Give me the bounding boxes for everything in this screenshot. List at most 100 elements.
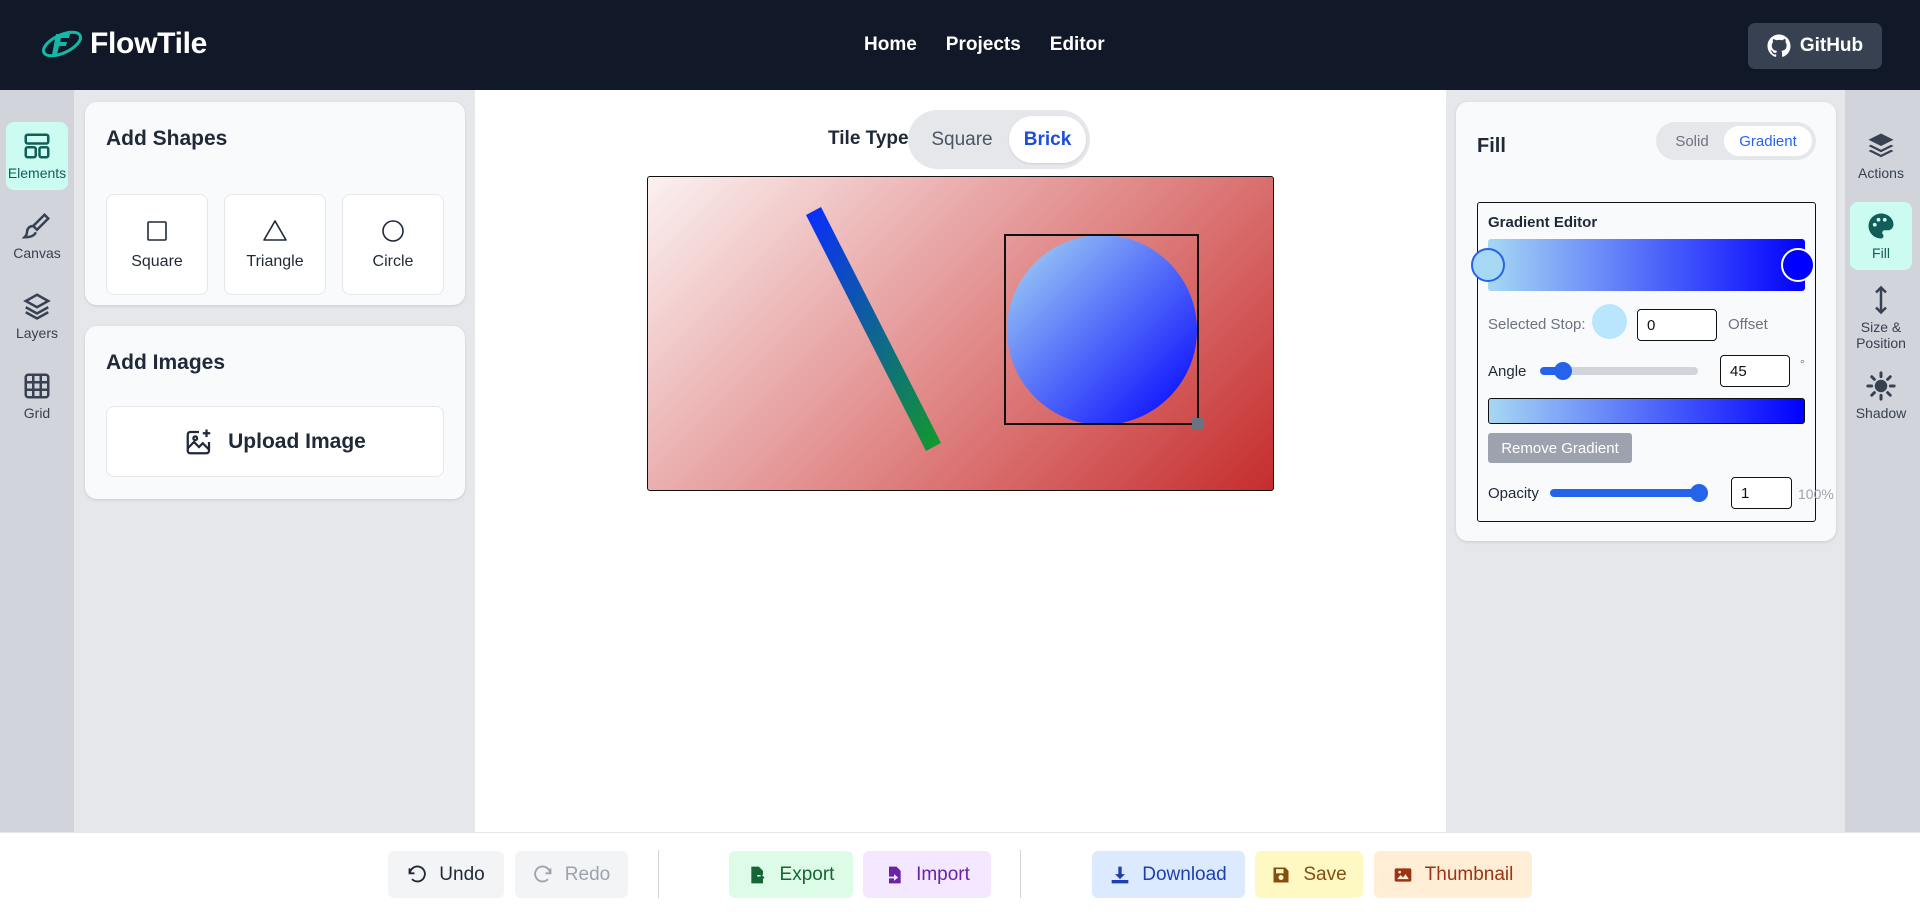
rail-canvas-label: Canvas — [13, 245, 61, 261]
gradient-stops-bar[interactable] — [1488, 239, 1805, 291]
github-button[interactable]: GitHub — [1748, 23, 1882, 69]
rail-actions[interactable]: Actions — [1850, 122, 1912, 190]
gradient-stop-end[interactable] — [1781, 248, 1815, 282]
fill-mode-solid[interactable]: Solid — [1660, 126, 1724, 156]
right-sidebar-rail: Actions Fill Size & Position Shadow — [1845, 90, 1920, 832]
triangle-icon — [263, 219, 287, 241]
rail-actions-label: Actions — [1858, 165, 1904, 181]
file-export-icon — [750, 866, 765, 883]
rail-layers[interactable]: Layers — [6, 282, 68, 350]
save-button[interactable]: Save — [1255, 851, 1363, 898]
opacity-slider[interactable] — [1550, 489, 1708, 497]
add-triangle-label: Triangle — [246, 252, 304, 270]
redo-icon — [533, 865, 552, 882]
brand-logo[interactable]: FlowTile — [40, 26, 207, 62]
rail-canvas[interactable]: Canvas — [6, 202, 68, 270]
rail-shadow-label: Shadow — [1855, 405, 1907, 421]
opacity-percent: 100% — [1798, 486, 1834, 502]
add-circle-label: Circle — [372, 252, 414, 270]
image-icon — [1394, 867, 1411, 882]
opacity-input[interactable]: 1 — [1731, 477, 1792, 509]
selected-stop-swatch[interactable] — [1592, 304, 1627, 339]
thumbnail-label: Thumbnail — [1424, 863, 1514, 885]
brand-name: FlowTile — [90, 27, 208, 60]
rail-shadow[interactable]: Shadow — [1850, 362, 1912, 430]
github-label: GitHub — [1799, 35, 1864, 56]
nav-projects[interactable]: Projects — [946, 34, 1021, 56]
angle-slider-thumb[interactable] — [1554, 362, 1572, 380]
add-images-title: Add Images — [106, 351, 226, 374]
undo-icon — [408, 865, 427, 882]
thumbnail-button[interactable]: Thumbnail — [1374, 851, 1532, 898]
flowtile-logo-icon — [41, 30, 83, 58]
opacity-slider-thumb[interactable] — [1690, 484, 1708, 502]
undo-button[interactable]: Undo — [388, 851, 504, 898]
rail-elements-label: Elements — [7, 165, 67, 181]
add-images-card: Add Images Upload Image — [85, 326, 465, 499]
gradient-editor-title: Gradient Editor — [1488, 214, 1598, 231]
toolbar-divider — [1020, 850, 1021, 898]
tile-type-brick[interactable]: Brick — [1009, 116, 1086, 163]
rail-grid-label: Grid — [23, 405, 51, 421]
redo-label: Redo — [564, 863, 611, 885]
redo-button[interactable]: Redo — [515, 851, 628, 898]
grid-icon — [24, 373, 50, 399]
canvas-shapes — [806, 207, 1203, 451]
download-label: Download — [1142, 863, 1227, 885]
github-icon — [1767, 34, 1791, 57]
floppy-icon — [1273, 867, 1289, 882]
layers-icon — [23, 293, 51, 320]
bottom-toolbar: Undo Redo Export Import Download Save Th… — [0, 832, 1920, 912]
import-button[interactable]: Import — [863, 851, 991, 898]
remove-gradient-button[interactable]: Remove Gradient — [1488, 433, 1632, 463]
top-navbar: FlowTile Home Projects Editor GitHub — [0, 0, 1920, 90]
left-sidebar-rail: Elements Canvas Layers Grid — [0, 90, 74, 832]
upload-image-label: Upload Image — [228, 429, 366, 453]
gradient-stop-start[interactable] — [1471, 248, 1505, 282]
brush-icon — [22, 212, 51, 239]
undo-label: Undo — [439, 863, 485, 885]
tile-type-toggle: Square Brick — [908, 110, 1090, 169]
gradient-preview — [1488, 398, 1805, 424]
add-triangle-button[interactable]: Triangle — [224, 194, 326, 295]
save-label: Save — [1303, 863, 1347, 885]
offset-input[interactable]: 0 — [1637, 309, 1717, 341]
rail-elements[interactable]: Elements — [6, 122, 68, 190]
circle-icon — [382, 219, 404, 242]
layout-icon — [24, 133, 50, 159]
import-label: Import — [916, 863, 970, 885]
properties-panel: Fill Solid Gradient Gradient Editor Sele… — [1446, 90, 1845, 832]
angle-input[interactable]: 45 — [1720, 355, 1790, 387]
sun-icon — [1866, 371, 1896, 401]
canvas-bar-shape[interactable] — [806, 207, 941, 451]
add-square-label: Square — [131, 252, 183, 270]
design-canvas[interactable] — [647, 176, 1274, 491]
rail-layers-label: Layers — [15, 325, 59, 341]
nav-home[interactable]: Home — [864, 34, 917, 56]
resize-handle[interactable] — [1192, 418, 1203, 429]
add-square-button[interactable]: Square — [106, 194, 208, 295]
tile-type-square[interactable]: Square — [914, 116, 1010, 163]
toolbar-divider — [658, 850, 659, 898]
fill-mode-toggle: Solid Gradient — [1656, 122, 1816, 160]
fill-mode-gradient[interactable]: Gradient — [1724, 126, 1812, 156]
export-button[interactable]: Export — [729, 851, 853, 898]
canvas-circle-shape[interactable] — [1007, 235, 1197, 425]
palette-icon — [1868, 213, 1894, 239]
add-shapes-title: Add Shapes — [106, 127, 228, 150]
angle-label: Angle — [1488, 363, 1527, 380]
add-shapes-card: Add Shapes Square Triangle Circle — [85, 102, 465, 305]
elements-panel: Add Shapes Square Triangle Circle Add Im… — [74, 90, 475, 832]
rail-fill[interactable]: Fill — [1850, 202, 1912, 270]
selected-stop-label: Selected Stop: — [1488, 316, 1586, 333]
gradient-editor: Gradient Editor Selected Stop: 0 Offset … — [1471, 202, 1834, 522]
rail-grid[interactable]: Grid — [6, 362, 68, 430]
download-icon — [1111, 866, 1129, 883]
rail-size-position[interactable]: Size & Position — [1847, 280, 1915, 356]
add-circle-button[interactable]: Circle — [342, 194, 444, 295]
nav-editor[interactable]: Editor — [1050, 34, 1105, 56]
upload-image-button[interactable]: Upload Image — [106, 406, 444, 477]
download-button[interactable]: Download — [1092, 851, 1245, 898]
square-icon — [147, 220, 167, 241]
export-label: Export — [779, 863, 835, 885]
